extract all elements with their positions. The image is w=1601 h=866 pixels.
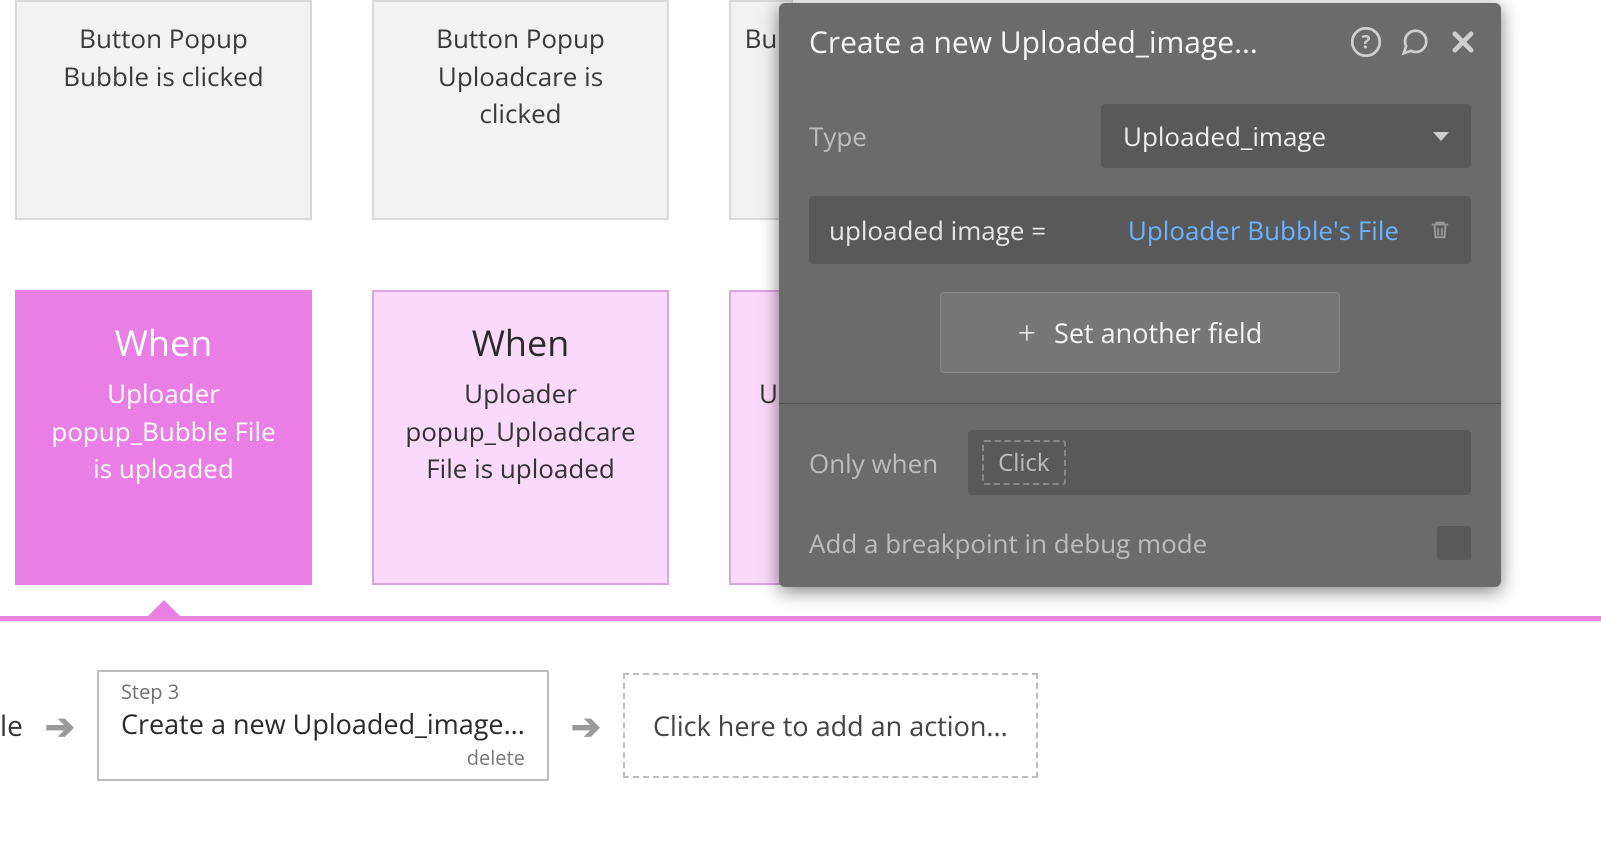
when-desc: Uploader popup_Bubble File is uploaded [45, 375, 282, 488]
step-label: Step 3 [121, 678, 525, 705]
event-card-text: Bu [745, 20, 778, 58]
workflow-divider [0, 616, 1601, 621]
assignment-lhs: uploaded image = [829, 212, 1046, 248]
only-when-placeholder: Click [982, 440, 1065, 485]
only-when-input[interactable]: Click [968, 430, 1471, 495]
event-card-text: Button Popup Bubble is clicked [47, 20, 280, 95]
when-card-selected[interactable]: When Uploader popup_Bubble File is uploa… [15, 290, 312, 585]
arrow-right-icon: ➔ [571, 701, 601, 750]
svg-text:?: ? [1362, 29, 1371, 54]
event-card-text: Button Popup Uploadcare is clicked [404, 20, 637, 133]
only-when-label: Only when [809, 445, 938, 481]
arrow-right-icon: ➔ [45, 701, 75, 750]
step-delete[interactable]: delete [121, 744, 525, 771]
help-icon[interactable]: ? [1351, 27, 1381, 57]
event-card[interactable]: Button Popup Bubble is clicked [15, 0, 312, 220]
type-row: Type Uploaded_image [809, 104, 1471, 168]
close-icon[interactable] [1449, 28, 1477, 56]
type-value: Uploaded_image [1123, 118, 1326, 154]
step-title: Create a new Uploaded_image... [121, 705, 525, 742]
chevron-down-icon [1433, 132, 1449, 141]
when-title: When [402, 318, 639, 367]
trash-icon[interactable] [1429, 217, 1451, 243]
set-another-label: Set another field [1054, 314, 1262, 351]
only-when-row: Only when Click [809, 430, 1471, 495]
plus-icon: + [1018, 311, 1036, 354]
when-title: When [45, 318, 282, 367]
assignment-rhs[interactable]: Uploader Bubble's File [1128, 212, 1399, 248]
breakpoint-label: Add a breakpoint in debug mode [809, 525, 1207, 561]
panel-title: Create a new Uploaded_image... [809, 21, 1258, 62]
property-panel: Create a new Uploaded_image... ? Type Up… [779, 3, 1501, 587]
add-action-card[interactable]: Click here to add an action... [623, 673, 1038, 778]
set-another-field-button[interactable]: + Set another field [940, 292, 1340, 373]
breakpoint-checkbox[interactable] [1437, 526, 1471, 560]
field-assignment-row[interactable]: uploaded image = Uploader Bubble's File [809, 196, 1471, 264]
when-card[interactable]: When Uploader popup_Uploadcare File is u… [372, 290, 669, 585]
step-partial-text: le [0, 707, 23, 745]
panel-header: Create a new Uploaded_image... ? [779, 3, 1501, 82]
comment-icon[interactable] [1399, 27, 1431, 57]
type-label: Type [809, 118, 867, 154]
panel-divider [779, 403, 1501, 404]
event-card[interactable]: Button Popup Uploadcare is clicked [372, 0, 669, 220]
when-desc: Uploader popup_Uploadcare File is upload… [402, 375, 639, 488]
type-dropdown[interactable]: Uploaded_image [1101, 104, 1471, 168]
breakpoint-row: Add a breakpoint in debug mode [809, 525, 1471, 561]
step-card[interactable]: Step 3 Create a new Uploaded_image... de… [97, 670, 549, 781]
add-action-text: Click here to add an action... [653, 707, 1008, 744]
